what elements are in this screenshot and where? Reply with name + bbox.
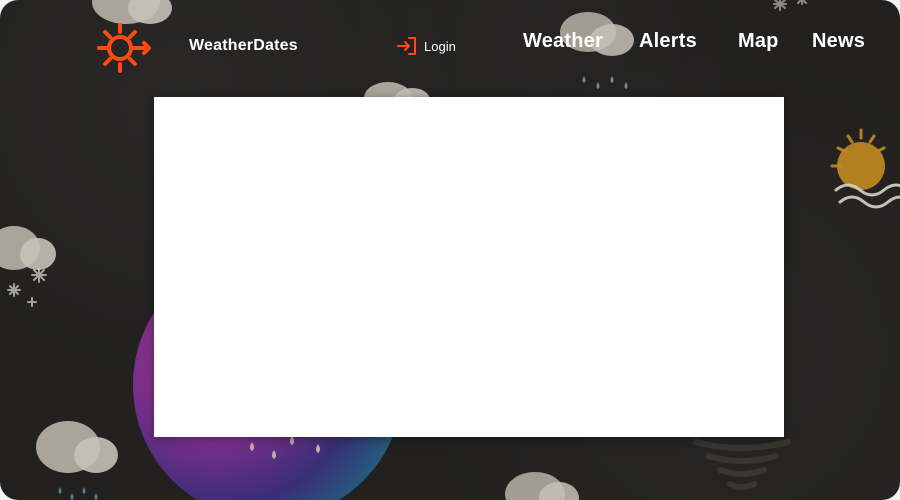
nav-weather[interactable]: Weather [523,30,603,53]
tornado-icon-bottom-right [693,439,791,490]
app-frame: WeatherDates Login Weather Alerts Map Ne… [0,0,900,500]
raindrops-icon-bottom [250,436,320,459]
snowflake-icon-top-right [773,0,807,11]
content-modal [154,97,784,437]
nav-map[interactable]: Map [738,30,779,53]
cloud-icon-bottom [505,472,579,500]
sun-arrow-icon[interactable] [95,22,155,74]
login-label: Login [424,38,456,54]
rain-cloud-icon-bottom-left [36,421,118,500]
snow-cloud-icon-left [0,226,56,307]
nav-news[interactable]: News [812,30,865,53]
login-icon [397,37,416,55]
sun-wind-icon [830,128,900,209]
nav-alerts[interactable]: Alerts [639,30,697,53]
brand-name[interactable]: WeatherDates [189,37,298,55]
login-button[interactable]: Login [396,36,456,56]
